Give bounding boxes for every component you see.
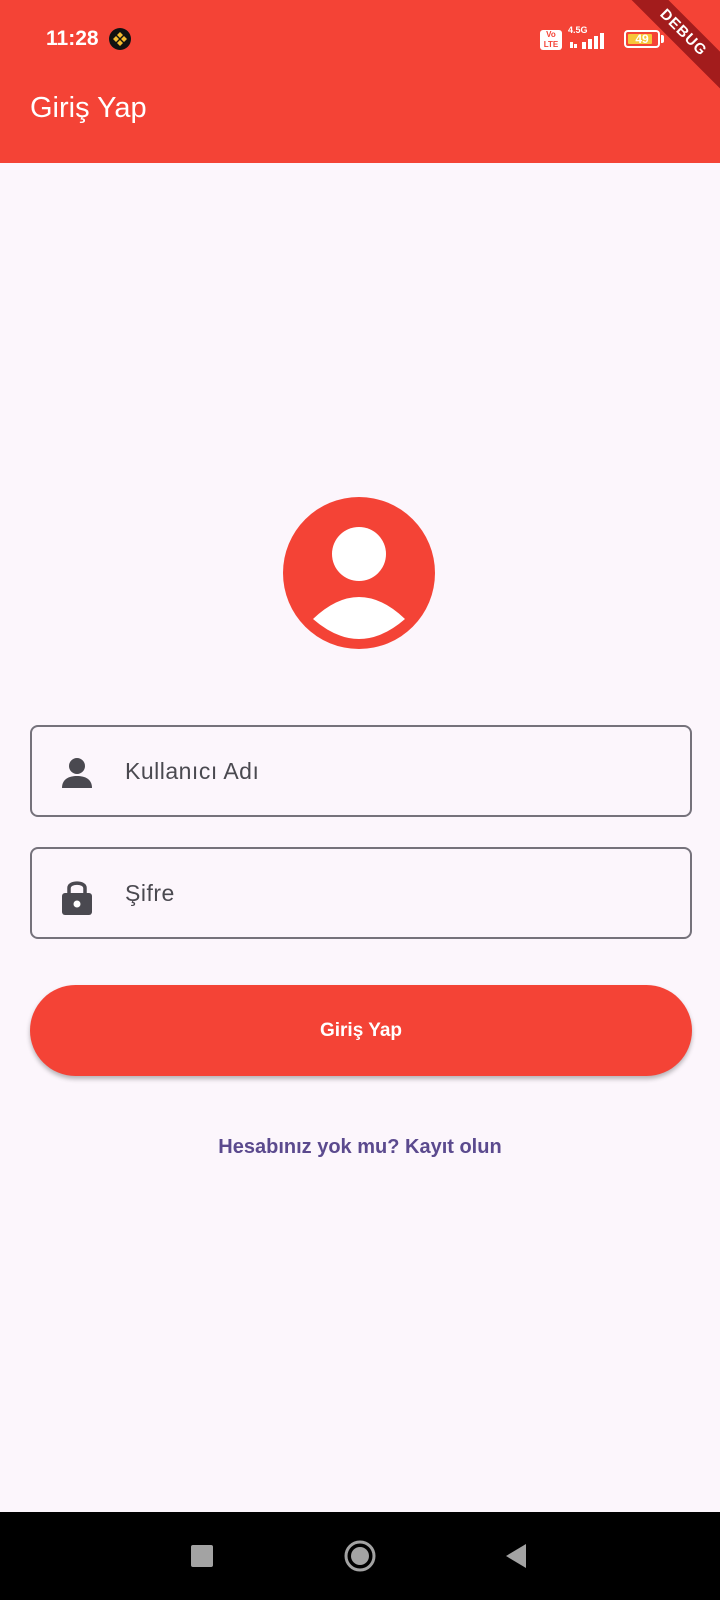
battery-tip: [661, 35, 664, 43]
account-circle-icon: [283, 497, 435, 649]
register-link[interactable]: Hesabınız yok mu? Kayıt olun: [0, 1136, 720, 1159]
lock-icon: [60, 878, 94, 915]
battery-icon: 49: [624, 30, 660, 48]
volte-icon: Vo LTE: [540, 30, 562, 50]
status-time: 11:28: [46, 27, 99, 50]
binance-icon: [109, 28, 131, 50]
page-title: Giriş Yap: [30, 92, 147, 124]
password-field[interactable]: Şifre: [30, 847, 692, 939]
person-icon: [60, 756, 94, 790]
battery-level: 49: [635, 32, 649, 46]
back-icon[interactable]: [504, 1543, 528, 1569]
signal-icon: [570, 28, 614, 55]
login-button[interactable]: Giriş Yap: [30, 985, 692, 1076]
password-placeholder: Şifre: [125, 880, 175, 906]
username-field[interactable]: Kullanıcı Adı: [30, 725, 692, 817]
home-icon[interactable]: [344, 1540, 376, 1572]
username-placeholder: Kullanıcı Adı: [125, 758, 260, 784]
status-bar: 11:28 Vo LTE 4.5G 49: [0, 0, 720, 80]
recents-icon[interactable]: [191, 1545, 213, 1567]
